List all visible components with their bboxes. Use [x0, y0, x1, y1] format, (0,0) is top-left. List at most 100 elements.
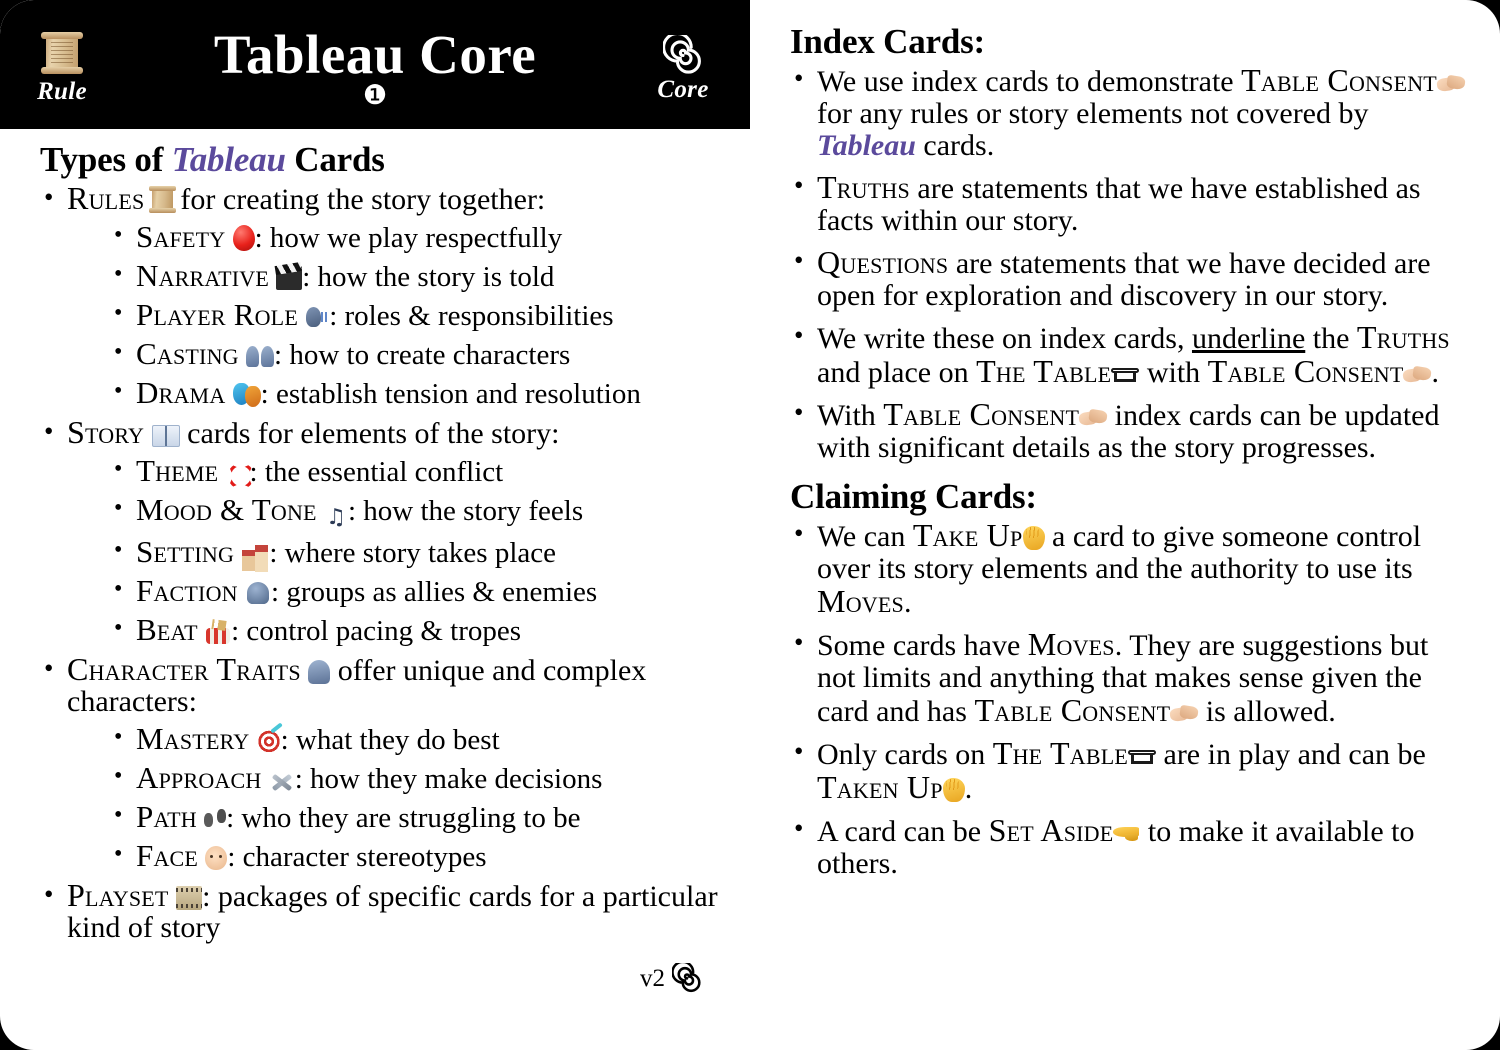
- card-subtype-term: Narrative: [136, 258, 269, 293]
- bullet-item: Only cards on The Table are in play and …: [790, 735, 1470, 805]
- handshake-icon: [1079, 409, 1107, 429]
- card-subtype-description: : who they are struggling to be: [226, 802, 581, 834]
- silhouette-group-icon: [245, 581, 271, 605]
- card-subtype-description: : groups as allies & enemies: [271, 576, 598, 608]
- table-icon: [1111, 365, 1140, 384]
- open-book-icon: [151, 425, 180, 447]
- section-bullet-list: We can Take Up a card to give someone co…: [790, 517, 1470, 880]
- card-subtype-item: Approach : how they make decisions: [110, 761, 740, 795]
- bullet-item: We write these on index cards, underline…: [790, 320, 1470, 389]
- card-types-list: Rules for creating the story together: Sa…: [40, 180, 740, 943]
- handshake-icon: [1437, 75, 1465, 95]
- body-text: A card can be: [817, 815, 989, 848]
- brand-name: Tableau: [817, 129, 916, 162]
- key-term: Moves: [817, 583, 904, 619]
- version-label: v2: [640, 964, 665, 992]
- body-text: We write these on index cards,: [817, 322, 1192, 355]
- section-heading: Index Cards:: [790, 22, 985, 61]
- handshake-icon: [1170, 705, 1198, 725]
- body-text: the: [1305, 322, 1357, 355]
- clapper-board-icon: [276, 266, 303, 290]
- card-subtype-term: Mastery: [136, 721, 250, 756]
- left-column-heading: Types of Tableau Cards: [40, 140, 740, 180]
- card-subtype-list: Mastery : what they do best Approach : ho…: [110, 721, 740, 873]
- card-type-term: Character Traits: [67, 651, 301, 687]
- card-subtype-term: Face: [136, 838, 199, 873]
- face-icon: [205, 846, 228, 870]
- card-subtype-item: Mastery : what they do best: [110, 721, 740, 756]
- key-term: Table Consent: [1241, 62, 1437, 98]
- key-term: Taken Up: [817, 769, 943, 805]
- card-subtype-list: Theme : the essential conflict Mood & Ton…: [110, 454, 740, 647]
- speaking-head-icon: [305, 305, 330, 329]
- bullet-item: Questions are statements that we have de…: [790, 245, 1470, 312]
- bullet-item: We use index cards to demonstrate Table …: [790, 62, 1470, 162]
- body-text: .: [903, 586, 912, 619]
- card-subtype-item: Theme : the essential conflict: [110, 454, 740, 488]
- two-busts-icon: [246, 344, 275, 368]
- card-subtype-item: Faction : groups as allies & enemies: [110, 573, 740, 608]
- bust-silhouette-icon: [308, 660, 331, 684]
- card-type-term: Rules: [67, 180, 145, 216]
- card-subtype-item: Narrative : how the story is told: [110, 258, 740, 293]
- handshake-icon: [1403, 366, 1431, 386]
- header-core-label: Core: [657, 76, 709, 103]
- header-rule-badge: Rule: [14, 30, 110, 105]
- body-text: Only cards on: [817, 738, 993, 771]
- spiral-icon: [672, 963, 702, 993]
- body-text: cards.: [915, 129, 995, 162]
- header-rule-label: Rule: [37, 78, 87, 105]
- card-subtype-description: : control pacing & tropes: [231, 615, 522, 647]
- card-subtype-item: Player Role : roles & responsibilities: [110, 297, 740, 332]
- card-header: Rule Tableau Core ❶ Core: [0, 0, 750, 129]
- rules-card: Rule Tableau Core ❶ Core Types of Tablea…: [0, 0, 1500, 1050]
- scroll-icon: [14, 30, 110, 78]
- card-type-item: Rules for creating the story together: Sa…: [40, 180, 740, 410]
- card-subtype-term: Faction: [136, 573, 238, 608]
- card-subtype-description: : how they make decisions: [294, 763, 603, 795]
- card-subtype-item: Mood & Tone ♫: how the story feels: [110, 493, 740, 530]
- key-term: Truths: [817, 169, 910, 205]
- body-text: for any rules or story elements not cove…: [817, 97, 1369, 130]
- footprints-icon: [204, 807, 227, 831]
- card-subtype-description: : character stereotypes: [227, 841, 487, 873]
- section-bullet-list: We use index cards to demonstrate Table …: [790, 62, 1470, 464]
- card-subtype-list: Safety : how we play respectfully Narrati…: [110, 220, 740, 410]
- body-text: With: [817, 399, 884, 432]
- underlined-word: underline: [1191, 322, 1306, 355]
- drum-icon: [205, 620, 231, 644]
- body-text: Some cards have: [817, 629, 1028, 662]
- right-column: Index Cards:We use index cards to demons…: [790, 22, 1470, 889]
- pointing-hand-icon: [1113, 825, 1140, 843]
- card-subtype-term: Setting: [136, 534, 235, 569]
- card-type-description: for creating the story together:: [172, 183, 546, 216]
- musical-notes-icon: ♫: [326, 505, 346, 530]
- card-subtype-description: : where story takes place: [269, 537, 556, 569]
- card-subtype-term: Path: [136, 799, 197, 834]
- key-term: Table Consent: [1207, 353, 1404, 389]
- card-subtype-description: : the essential conflict: [249, 456, 504, 488]
- bullet-item: Truths are statements that we have estab…: [790, 169, 1470, 237]
- card-type-description: cards for elements of the story:: [179, 417, 560, 450]
- key-term: The Table: [992, 735, 1128, 771]
- header-number-badge: ❶: [362, 80, 388, 111]
- bullet-item: Some cards have Moves. They are suggesti…: [790, 626, 1470, 728]
- card-subtype-item: Beat : control pacing & tropes: [110, 613, 740, 647]
- card-type-item: Story cards for elements of the story:Th…: [40, 416, 740, 647]
- card-subtype-term: Player Role: [136, 297, 298, 332]
- key-term: Take Up: [912, 517, 1023, 553]
- key-term: Moves: [1027, 626, 1115, 662]
- hammer-wrench-icon: [269, 768, 295, 792]
- card-subtype-description: : what they do best: [280, 724, 500, 756]
- card-subtype-description: : how the story feels: [347, 495, 584, 527]
- body-text: We can: [817, 520, 913, 553]
- card-subtype-description: : roles & responsibilities: [329, 300, 614, 332]
- key-term: Set Aside: [988, 812, 1114, 848]
- bullet-item: With Table Consent index cards can be up…: [790, 397, 1470, 464]
- card-subtype-description: : how to create characters: [274, 339, 571, 371]
- card-subtype-description: : how the story is told: [302, 261, 555, 293]
- card-subtype-item: Safety : how we play respectfully: [110, 220, 740, 254]
- body-text: .: [964, 772, 973, 805]
- card-subtype-item: Drama : establish tension and resolution: [110, 376, 740, 410]
- card-type-term: Playset: [67, 877, 169, 913]
